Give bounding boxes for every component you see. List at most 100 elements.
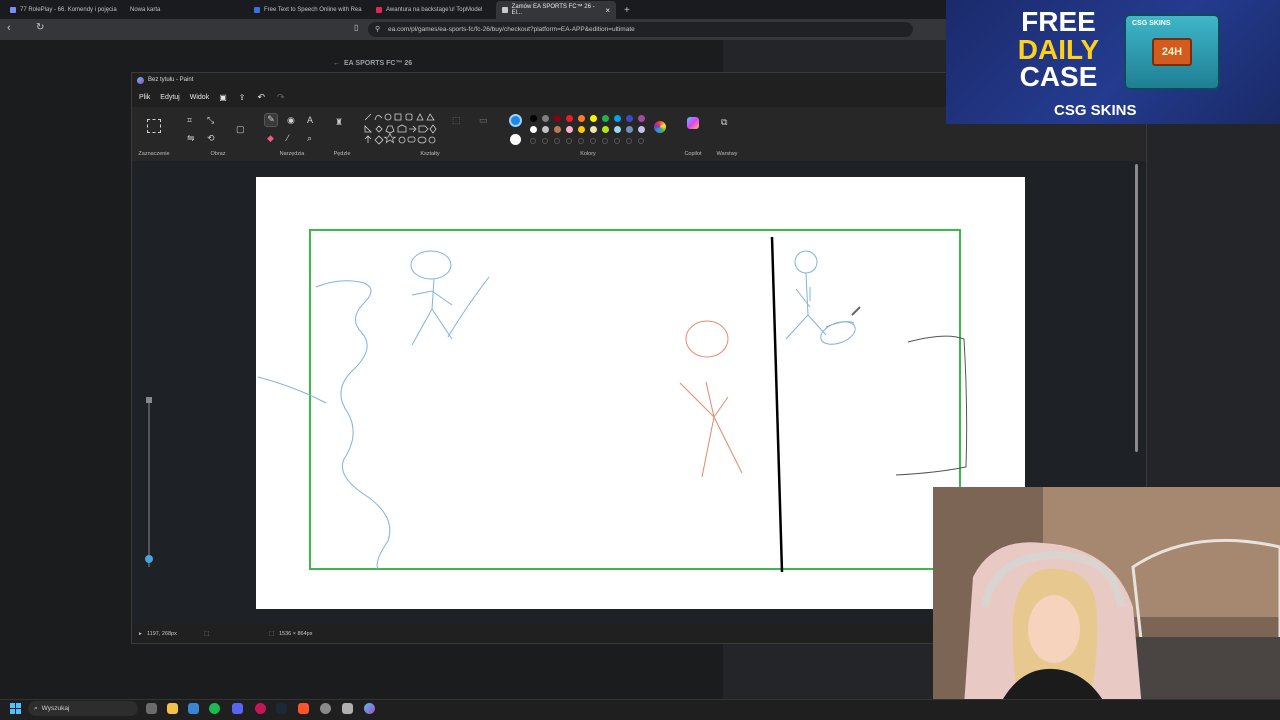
custom-color-slot[interactable]	[554, 138, 560, 144]
custom-color-slot[interactable]	[614, 138, 620, 144]
csgo-skins-ad[interactable]: FREE DAILY CASE CSG SKINS 24H CSG SKINS	[946, 0, 1280, 124]
page-back-link[interactable]: ← EA SPORTS FC™ 26	[333, 60, 412, 67]
custom-color-slot[interactable]	[542, 138, 548, 144]
custom-color-slot[interactable]	[638, 138, 644, 144]
palette-swatch[interactable]	[590, 126, 597, 133]
selection-icon[interactable]	[147, 119, 161, 133]
palette-swatch[interactable]	[530, 126, 537, 133]
flip-icon[interactable]: ⇋	[187, 133, 195, 143]
crate-timer: 24H	[1152, 38, 1192, 66]
close-tab-icon[interactable]: ×	[605, 6, 610, 15]
custom-color-slot[interactable]	[602, 138, 608, 144]
bookmark-icon[interactable]: ▯	[354, 23, 358, 32]
palette-swatch[interactable]	[578, 126, 585, 133]
steam-icon[interactable]	[276, 703, 287, 714]
palette-swatch[interactable]	[638, 126, 645, 133]
palette-swatch[interactable]	[626, 115, 633, 122]
menu-edit[interactable]: Edytuj	[160, 94, 179, 101]
zoom-slider[interactable]	[145, 397, 153, 567]
custom-color-slot[interactable]	[578, 138, 584, 144]
site-info-icon[interactable]: ⚲	[375, 25, 380, 33]
browser-tab[interactable]: Awantura na backstage'u! TopModel	[370, 1, 494, 19]
tab-label: Awantura na backstage'u! TopModel	[386, 7, 483, 13]
file-explorer-icon[interactable]	[167, 703, 178, 714]
blue-diagonal-stroke	[257, 376, 327, 404]
custom-color-slot[interactable]	[566, 138, 572, 144]
drawing-canvas[interactable]	[256, 177, 1025, 609]
rotate-icon[interactable]: ⟲	[207, 133, 215, 143]
green-rectangle-shape	[309, 229, 961, 570]
palette-swatch[interactable]	[566, 126, 573, 133]
shapes-gallery[interactable]	[362, 112, 442, 148]
shape-fill-icon[interactable]: ▭	[479, 115, 488, 125]
address-bar[interactable]: ⚲ ea.com/pl/games/ea-sports-fc/fc-26/buy…	[368, 22, 913, 37]
share-icon[interactable]: ⇪	[239, 93, 246, 102]
custom-color-slot[interactable]	[590, 138, 596, 144]
spotify-icon[interactable]	[209, 703, 220, 714]
ad-line-daily: DAILY	[1017, 34, 1100, 65]
opera-icon[interactable]	[255, 703, 266, 714]
palette-swatch[interactable]	[542, 126, 549, 133]
ad-brand: CSG SKINS	[1054, 102, 1137, 119]
crop-icon[interactable]: ⌗	[187, 115, 192, 125]
webcam-scene	[933, 487, 1280, 720]
menu-view[interactable]: Widok	[190, 94, 209, 101]
url-text: ea.com/pl/games/ea-sports-fc/fc-26/buy/c…	[388, 26, 635, 33]
store-icon[interactable]	[188, 703, 199, 714]
color-picker-icon[interactable]: ⁄	[287, 133, 289, 143]
browser-tab[interactable]: Free Text to Speech Online with Rea	[248, 1, 370, 19]
palette-swatch[interactable]	[530, 115, 537, 122]
ad-line-case: CASE	[1019, 61, 1098, 92]
palette-swatch[interactable]	[578, 115, 585, 122]
back-arrow-icon[interactable]: ‹	[7, 22, 11, 34]
palette-swatch[interactable]	[554, 126, 561, 133]
resize-icon[interactable]: ⤡	[207, 115, 214, 125]
reload-icon[interactable]: ↻	[36, 22, 44, 33]
settings-gear-icon[interactable]	[320, 703, 331, 714]
palette-swatch[interactable]	[542, 115, 549, 122]
eraser-icon[interactable]: ◆	[267, 133, 274, 143]
primary-color-swatch[interactable]	[509, 114, 522, 127]
layers-icon[interactable]: ⧉	[721, 117, 727, 127]
image-select-icon[interactable]: ▢	[236, 124, 245, 134]
pencil-icon[interactable]: ✎	[264, 113, 278, 127]
edit-colors-icon[interactable]	[654, 121, 666, 133]
copilot-icon[interactable]	[687, 117, 699, 129]
menu-file[interactable]: Plik	[139, 94, 150, 101]
palette-swatch[interactable]	[614, 126, 621, 133]
palette-swatch[interactable]	[626, 126, 633, 133]
browser-tab[interactable]: Nowa karta	[124, 1, 248, 19]
save-icon[interactable]: ▣	[219, 93, 227, 102]
secondary-color-swatch[interactable]	[510, 134, 521, 145]
custom-color-slot[interactable]	[530, 138, 536, 144]
palette-swatch[interactable]	[602, 115, 609, 122]
taskbar-search[interactable]: ⌕ Wyszukaj	[28, 701, 138, 716]
brave-icon[interactable]	[298, 703, 309, 714]
shape-outline-icon[interactable]: ⬚	[452, 115, 461, 125]
zoom-slider-thumb[interactable]	[145, 555, 153, 563]
palette-swatch[interactable]	[602, 126, 609, 133]
palette-swatch[interactable]	[638, 115, 645, 122]
new-tab-icon[interactable]: +	[618, 1, 632, 19]
palette-swatch[interactable]	[614, 115, 621, 122]
undo-icon[interactable]: ↶	[257, 92, 265, 103]
canvas-size: 1536 × 864px	[279, 631, 313, 637]
paint-taskbar-icon[interactable]	[364, 703, 375, 714]
browser-tab-active[interactable]: Zamów EA SPORTS FC™ 26 - El... ×	[496, 1, 616, 19]
palette-swatch[interactable]	[590, 115, 597, 122]
discord-icon[interactable]	[232, 703, 243, 714]
brush-icon[interactable]: ♜	[335, 117, 343, 127]
task-view-icon[interactable]	[146, 703, 157, 714]
app-icon[interactable]	[342, 703, 353, 714]
windows-start-icon[interactable]	[10, 703, 21, 714]
palette-swatch[interactable]	[554, 115, 561, 122]
vertical-scrollbar[interactable]	[1135, 164, 1138, 452]
custom-color-slot[interactable]	[626, 138, 632, 144]
text-icon[interactable]: A	[307, 115, 313, 125]
palette-swatch[interactable]	[566, 115, 573, 122]
fill-icon[interactable]: ◉	[287, 115, 295, 125]
browser-tab[interactable]: 77 RolePlay - 66. Komendy i pojęcia	[4, 1, 124, 19]
redo-icon[interactable]: ↷	[277, 92, 285, 103]
orange-figure-body	[679, 381, 743, 478]
magnifier-icon[interactable]: ⌕	[307, 133, 312, 143]
